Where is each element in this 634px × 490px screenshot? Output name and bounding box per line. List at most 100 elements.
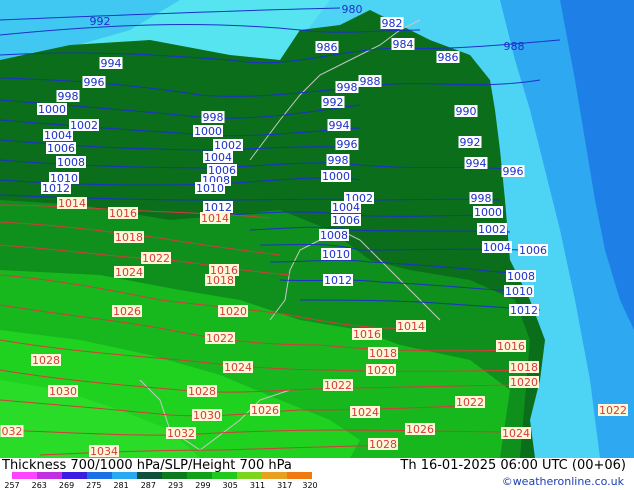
isobar-label-text: 994 (329, 119, 350, 132)
legend-swatch (137, 472, 162, 479)
legend-tick-label: 281 (113, 481, 128, 490)
isobar-label: 1016 (496, 340, 526, 353)
isobar-label-text: 1000 (322, 170, 350, 183)
isobar-label-text: 1022 (206, 332, 234, 345)
isobar-label-text: 992 (323, 96, 344, 109)
credit-link[interactable]: ©weatheronline.co.uk (502, 475, 624, 488)
isobar-label: 1024 (223, 361, 253, 374)
isobar-label: 986 (315, 41, 339, 54)
isobar-label: 1028 (31, 354, 61, 367)
legend-tick-label: 263 (32, 481, 47, 490)
isobar-label-text: 1020 (219, 305, 247, 318)
isobar-label-text: 1022 (324, 379, 352, 392)
isobar-label: 1014 (396, 320, 426, 333)
isobar-label-text: 1018 (369, 347, 397, 360)
isobar-label: 1008 (506, 270, 536, 283)
isobar-label: 994 (464, 157, 488, 170)
isobar-label-text: 1004 (44, 129, 72, 142)
isobar-label-text: 1024 (115, 266, 143, 279)
isobar-label-text: 1008 (507, 270, 535, 283)
legend-tick-label: 287 (141, 481, 156, 490)
isobar-label-text: 1014 (397, 320, 425, 333)
isobar-label-text: 1016 (109, 207, 137, 220)
isobar-label-text: 1028 (32, 354, 60, 367)
isobar-label: 1006 (331, 214, 361, 227)
isobar-label-text: 998 (328, 154, 349, 167)
isobar-label: 1026 (112, 305, 142, 318)
isobar-label-text: 996 (84, 76, 105, 89)
isobar-label-text: 1002 (70, 119, 98, 132)
isobar-label: 984 (391, 38, 415, 51)
isobar-label-text: 980 (342, 3, 363, 16)
isobar-label: 1020 (218, 305, 248, 318)
isobar-label: 1026 (405, 423, 435, 436)
isobar-label-text: 1002 (478, 223, 506, 236)
isobar-label-text: 1028 (188, 385, 216, 398)
isobar-label: 1032 (166, 427, 196, 440)
isobar-label: 1002 (477, 223, 507, 236)
forecast-datetime: Th 16-01-2025 06:00 UTC (00+06) (400, 458, 626, 473)
isobar-label: 980 (342, 3, 363, 16)
isobar-label-text: 986 (317, 41, 338, 54)
isobar-label-text: 1032 (167, 427, 195, 440)
isobar-label: 1010 (195, 182, 225, 195)
legend-tick-label: 293 (168, 481, 183, 490)
isobar-label: 1022 (323, 379, 353, 392)
footer-bar: Thickness 700/1000 hPa/SLP/Height 700 hP… (0, 458, 634, 490)
isobar-label-text: 992 (460, 136, 481, 149)
isobar-label-text: 994 (466, 157, 487, 170)
isobar-label: 988 (504, 40, 525, 53)
isobar-label: 1014 (200, 212, 230, 225)
isobar-label: 996 (501, 165, 525, 178)
isobar-label: 1022 (205, 332, 235, 345)
isobar-label: 1022 (141, 252, 171, 265)
isobar-label: 1000 (193, 125, 223, 138)
isobar-label: 1022 (598, 404, 628, 417)
isobar-label: 998 (201, 111, 225, 124)
isobar-label-text: 1010 (322, 248, 350, 261)
isobar-label: 1000 (321, 170, 351, 183)
isobar-label-text: 1030 (193, 409, 221, 422)
isobar-label-text: 996 (503, 165, 524, 178)
isobar-label-text: 1018 (206, 274, 234, 287)
isobar-label: 1004 (203, 151, 233, 164)
legend-ticks: 257 263 269 275 281 287 293 299 305 311 317 320 (4, 481, 317, 490)
isobar-label-text: 982 (382, 17, 403, 30)
legend-tick-label: 299 (195, 481, 210, 490)
isobar-label: 994 (327, 119, 351, 132)
isobar-label-text: 1024 (502, 427, 530, 440)
isobar-label: 988 (358, 75, 382, 88)
legend-swatch (187, 472, 212, 479)
isobar-label-text: 1012 (510, 304, 538, 317)
isobar-label-text: 1006 (519, 244, 547, 257)
isobar-label-text: 1006 (332, 214, 360, 227)
isobar-label: 992 (458, 136, 482, 149)
isobar-label: 1016 (352, 328, 382, 341)
isobar-label-text: 1000 (194, 125, 222, 138)
isobar-label: 998 (326, 154, 350, 167)
isobar-label-text: 992 (90, 15, 111, 28)
isobar-label-text: 1022 (599, 404, 627, 417)
isobar-label-text: 984 (393, 38, 414, 51)
isobar-label: 996 (82, 76, 106, 89)
legend-swatch (62, 472, 87, 479)
isobar-label: 1012 (41, 182, 71, 195)
isobar-label-text: 1000 (474, 206, 502, 219)
isobar-label: 1030 (192, 409, 222, 422)
isobar-label-text: 1024 (351, 406, 379, 419)
isobar-label-text: 1016 (497, 340, 525, 353)
isobar-label: 1034 (89, 445, 119, 458)
isobar-label-text: 1016 (353, 328, 381, 341)
isobar-label: 986 (436, 51, 460, 64)
isobar-label-text: 1026 (113, 305, 141, 318)
legend-swatch (87, 472, 112, 479)
isobar-label-text: 1026 (251, 404, 279, 417)
isobar-label-text: 1028 (369, 438, 397, 451)
isobar-label-text: 1004 (332, 201, 360, 214)
legend-tick-label: 269 (59, 481, 74, 490)
legend-tick-label: 275 (86, 481, 101, 490)
legend-swatch (287, 472, 312, 479)
chart-title: Thickness 700/1000 hPa/SLP/Height 700 hP… (2, 458, 292, 473)
isobar-label: 992 (90, 15, 111, 28)
isobar-label-text: 1008 (320, 229, 348, 242)
